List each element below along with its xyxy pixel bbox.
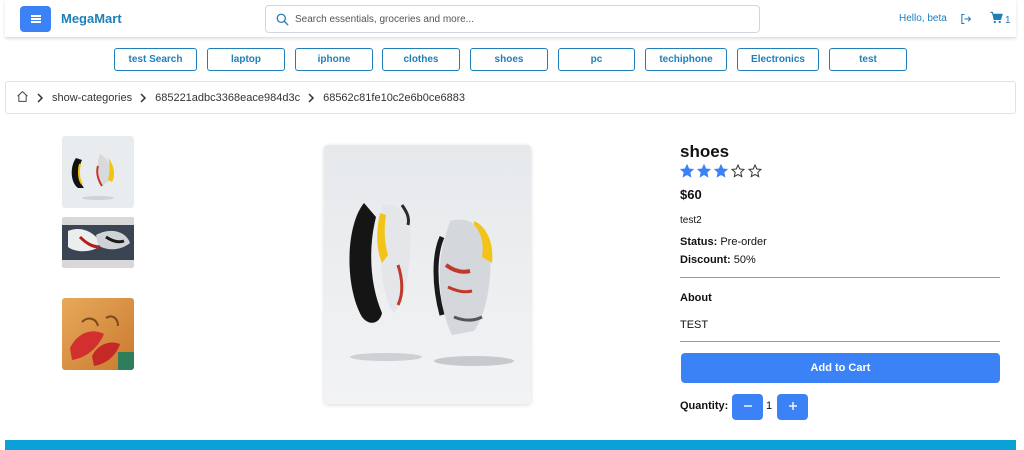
chevron-right-icon xyxy=(307,92,315,103)
chevron-right-icon xyxy=(36,92,44,103)
breadcrumb-item[interactable]: 68562c81fe10c2e6b0ce6883 xyxy=(323,92,465,104)
product-thumbnail[interactable] xyxy=(62,136,134,208)
status-value: Pre-order xyxy=(720,236,767,248)
search-icon xyxy=(269,13,295,26)
category-pill[interactable]: Electronics xyxy=(737,48,819,71)
rating-stars xyxy=(679,163,763,178)
star-filled-icon xyxy=(713,163,729,178)
greeting-text: Hello, beta xyxy=(899,13,947,24)
breadcrumb-item[interactable]: show-categories xyxy=(52,92,132,104)
star-filled-icon xyxy=(696,163,712,178)
breadcrumb-item[interactable]: 685221adbc3368eace984d3c xyxy=(155,92,300,104)
category-bar: test Search laptop iphone clothes shoes … xyxy=(0,48,1024,72)
category-pill[interactable]: test xyxy=(829,48,907,71)
cart-button[interactable]: 1 xyxy=(990,11,1011,29)
category-pill[interactable]: shoes xyxy=(470,48,548,71)
category-pill[interactable]: pc xyxy=(558,48,635,71)
star-filled-icon xyxy=(679,163,695,178)
product-thumbnail[interactable] xyxy=(62,217,134,268)
product-title: shoes xyxy=(680,142,730,161)
search-bar[interactable] xyxy=(265,5,760,33)
search-input[interactable] xyxy=(295,13,759,25)
product-price: $60 xyxy=(680,187,702,202)
minus-icon xyxy=(743,398,753,416)
category-pill[interactable]: clothes xyxy=(382,48,460,71)
product-discount: Discount: 50% xyxy=(680,254,756,266)
star-empty-icon xyxy=(730,163,746,178)
plus-icon xyxy=(788,398,798,416)
about-heading: About xyxy=(680,292,712,304)
logout-icon[interactable] xyxy=(960,12,974,26)
chevron-right-icon xyxy=(139,92,147,103)
category-pill[interactable]: laptop xyxy=(207,48,285,71)
product-thumbnail[interactable] xyxy=(62,298,134,370)
category-pill[interactable]: techiphone xyxy=(645,48,727,71)
increase-quantity-button[interactable] xyxy=(777,394,808,420)
category-pill[interactable]: test Search xyxy=(114,48,197,71)
status-label: Status: xyxy=(680,236,718,248)
app-logo[interactable]: MegaMart xyxy=(61,11,122,26)
footer xyxy=(5,440,1016,450)
quantity-value: 1 xyxy=(766,400,773,412)
divider xyxy=(680,277,1000,278)
product-status: Status: Pre-order xyxy=(680,236,767,248)
home-icon[interactable] xyxy=(16,90,29,106)
cart-count: 1 xyxy=(1005,14,1011,26)
star-empty-icon xyxy=(747,163,763,178)
discount-value: 50% xyxy=(733,254,756,266)
top-navbar: MegaMart Hello, beta 1 xyxy=(5,0,1016,38)
category-pill[interactable]: iphone xyxy=(295,48,373,71)
breadcrumb: show-categories 685221adbc3368eace984d3c… xyxy=(5,81,1016,114)
divider xyxy=(680,341,1000,342)
menu-button[interactable] xyxy=(20,6,51,32)
shopping-cart-icon xyxy=(990,11,1003,29)
discount-label: Discount: xyxy=(680,254,731,266)
decrease-quantity-button[interactable] xyxy=(732,394,763,420)
hamburger-menu-icon xyxy=(30,15,41,23)
add-to-cart-button[interactable]: Add to Cart xyxy=(681,353,1000,383)
product-description: test2 xyxy=(680,215,702,226)
quantity-label: Quantity: xyxy=(680,400,729,412)
about-text: TEST xyxy=(680,319,709,331)
product-main-image xyxy=(324,145,531,404)
